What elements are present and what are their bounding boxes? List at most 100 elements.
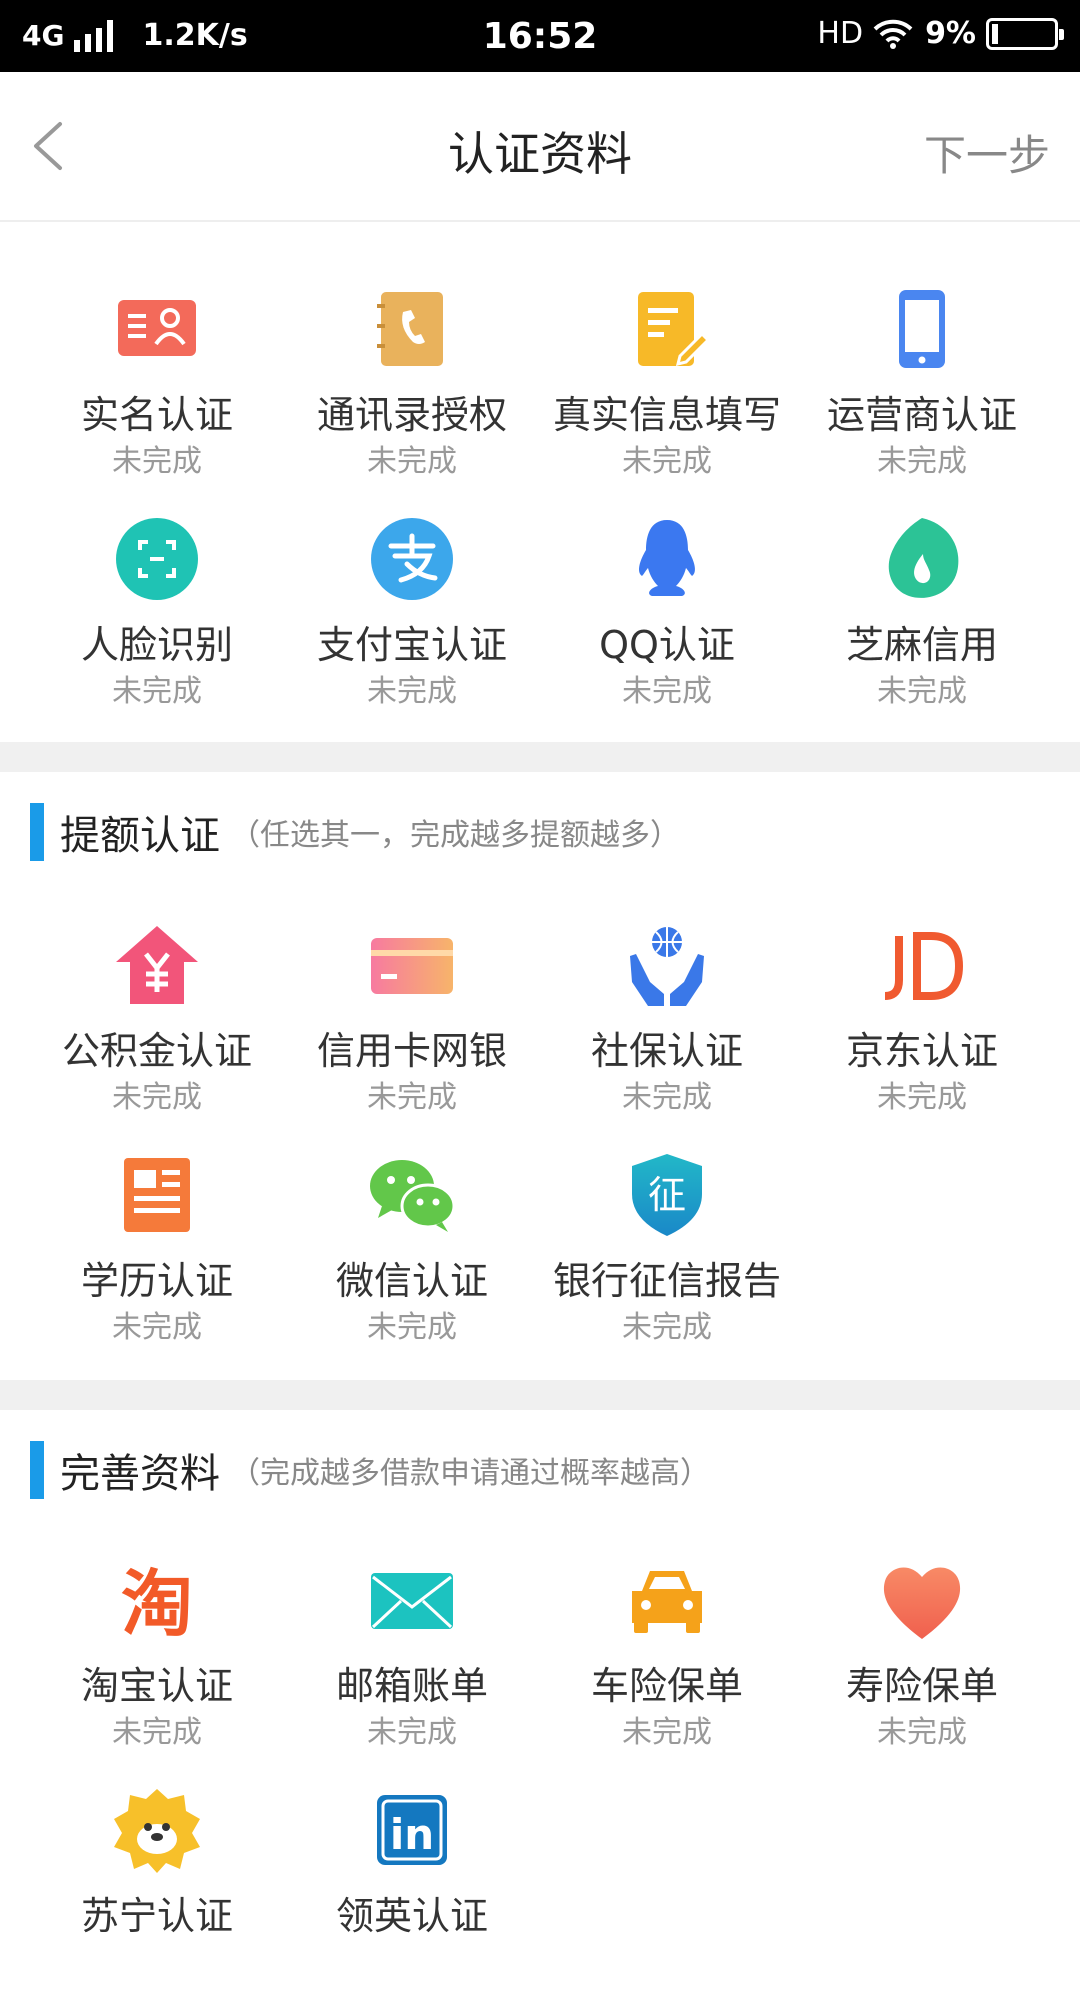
mobile-phone-icon xyxy=(899,290,945,368)
auth-item-life-insurance[interactable]: 寿险保单 未完成 xyxy=(787,1555,1057,1785)
raise-limit-grid: 公积金认证 未完成 信用卡网银 未完成 社保认证 未完成 京东认证 未完成 学历… xyxy=(0,920,1080,1380)
auth-item-car-insurance[interactable]: 车险保单 未完成 xyxy=(532,1555,802,1785)
raise-limit-section: 提额认证 （任选其一，完成越多提额越多） 公积金认证 未完成 信用卡网银 未完成… xyxy=(0,772,1080,1380)
auth-item-status: 未完成 xyxy=(112,674,202,709)
auth-item-status: 未完成 xyxy=(877,1715,967,1750)
auth-item-linkedin[interactable]: in 领英认证 xyxy=(277,1785,547,2015)
sesame-credit-icon xyxy=(888,518,959,598)
auth-item-label: 真实信息填写 xyxy=(552,393,781,437)
status-bar: 4G 1.2K/s 16:52 HD 9% xyxy=(0,0,1080,72)
page-title: 认证资料 xyxy=(448,127,632,181)
qq-penguin-icon xyxy=(639,520,695,596)
auth-item-label: 人脸识别 xyxy=(80,623,233,667)
auth-item-contacts[interactable]: 通讯录授权 未完成 xyxy=(277,284,547,514)
auth-item-label: 实名认证 xyxy=(80,393,233,437)
taobao-glyph: 淘 xyxy=(121,1562,193,1645)
form-edit-icon xyxy=(638,292,711,367)
auth-item-label: 邮箱账单 xyxy=(335,1664,488,1708)
auth-item-carrier[interactable]: 运营商认证 未完成 xyxy=(787,284,1057,514)
auth-item-status: 未完成 xyxy=(622,444,712,479)
auth-item-jd[interactable]: 京东认证 未完成 xyxy=(787,920,1057,1150)
auth-item-label: 银行征信报告 xyxy=(552,1259,781,1303)
auth-item-label: 领英认证 xyxy=(335,1894,488,1938)
mail-envelope-icon xyxy=(371,1573,453,1629)
auth-item-taobao[interactable]: 淘 淘宝认证 未完成 xyxy=(22,1555,292,1785)
auth-item-real-info[interactable]: 真实信息填写 未完成 xyxy=(532,284,802,514)
auth-item-suning[interactable]: 苏宁认证 xyxy=(22,1785,292,2015)
education-icon xyxy=(124,1158,190,1232)
auth-item-status: 未完成 xyxy=(622,1310,712,1345)
complete-profile-section: 完善资料 （完成越多借款申请通过概率越高） 淘 淘宝认证 未完成 邮箱账单 未完… xyxy=(0,1410,1080,1938)
wechat-icon xyxy=(370,1160,456,1232)
heart-icon xyxy=(883,1567,961,1639)
housing-fund-icon xyxy=(116,926,198,1004)
auth-item-label: 苏宁认证 xyxy=(80,1894,233,1938)
auth-item-alipay[interactable]: 支付宝认证 未完成 xyxy=(277,514,547,744)
auth-item-label: 信用卡网银 xyxy=(316,1029,507,1073)
id-card-icon xyxy=(118,300,196,356)
auth-item-status: 未完成 xyxy=(622,1080,712,1115)
auth-item-status: 未完成 xyxy=(877,444,967,479)
credit-report-glyph: 征 xyxy=(648,1173,686,1217)
battery-icon xyxy=(986,17,1064,50)
suning-lion-icon xyxy=(114,1789,200,1873)
taobao-icon: 淘 xyxy=(121,1562,193,1645)
section-title: 提额认证 xyxy=(60,813,220,859)
auth-item-status: 未完成 xyxy=(367,1310,457,1345)
auth-item-education[interactable]: 学历认证 未完成 xyxy=(22,1150,292,1380)
hd-indicator: HD xyxy=(817,16,864,51)
auth-item-qq[interactable]: QQ认证 未完成 xyxy=(532,514,802,744)
auth-item-wechat[interactable]: 微信认证 未完成 xyxy=(277,1150,547,1380)
auth-item-email-bill[interactable]: 邮箱账单 未完成 xyxy=(277,1555,547,1785)
face-scan-icon xyxy=(116,518,198,600)
nav-bar: 认证资料 下一步 xyxy=(0,72,1080,222)
section-separator xyxy=(0,742,1080,772)
auth-item-housing-fund[interactable]: 公积金认证 未完成 xyxy=(22,920,292,1150)
auth-item-status: 未完成 xyxy=(877,1080,967,1115)
auth-item-status: 未完成 xyxy=(622,674,712,709)
auth-item-social-security[interactable]: 社保认证 未完成 xyxy=(532,920,802,1150)
auth-item-label: 微信认证 xyxy=(335,1259,488,1303)
auth-item-status: 未完成 xyxy=(367,1080,457,1115)
auth-item-label: 学历认证 xyxy=(80,1259,233,1303)
section-header: 完善资料 （完成越多借款申请通过概率越高） xyxy=(30,1440,710,1500)
auth-item-status: 未完成 xyxy=(112,1080,202,1115)
auth-item-status: 未完成 xyxy=(112,444,202,479)
auth-item-status: 未完成 xyxy=(367,1715,457,1750)
section-title: 完善资料 xyxy=(60,1451,220,1497)
auth-item-status: 未完成 xyxy=(367,674,457,709)
linkedin-icon: in xyxy=(377,1795,447,1865)
next-step-button[interactable]: 下一步 xyxy=(924,122,1050,183)
auth-item-label: 淘宝认证 xyxy=(80,1664,233,1708)
auth-item-status: 未完成 xyxy=(112,1715,202,1750)
auth-item-status: 未完成 xyxy=(112,1310,202,1345)
social-security-icon xyxy=(630,927,704,1006)
battery-percent: 9% xyxy=(925,16,976,51)
section-header: 提额认证 （任选其一，完成越多提额越多） xyxy=(30,802,680,862)
auth-item-real-name[interactable]: 实名认证 未完成 xyxy=(22,284,292,514)
auth-item-label: 车险保单 xyxy=(590,1664,743,1708)
auth-item-label: 社保认证 xyxy=(590,1029,743,1073)
auth-item-status: 未完成 xyxy=(367,444,457,479)
basic-auth-section: 实名认证 未完成 通讯录授权 未完成 真实信息填写 未完成 运营商认证 未完成 … xyxy=(0,224,1080,742)
section-accent-bar xyxy=(30,1441,44,1499)
auth-item-label: QQ认证 xyxy=(599,623,735,667)
alipay-icon xyxy=(371,518,453,600)
jd-logo-icon xyxy=(884,932,964,1000)
basic-auth-grid: 实名认证 未完成 通讯录授权 未完成 真实信息填写 未完成 运营商认证 未完成 … xyxy=(0,284,1080,744)
car-insurance-icon xyxy=(632,1571,702,1633)
section-subtitle: （任选其一，完成越多提额越多） xyxy=(230,818,680,853)
wifi-icon xyxy=(873,19,913,49)
auth-item-status: 未完成 xyxy=(622,1715,712,1750)
auth-item-credit-report[interactable]: 征 银行征信报告 未完成 xyxy=(532,1150,802,1380)
auth-item-label: 寿险保单 xyxy=(845,1664,998,1708)
contacts-book-icon xyxy=(377,292,443,366)
complete-profile-grid: 淘 淘宝认证 未完成 邮箱账单 未完成 车险保单 未完成 寿险保单 未完成 苏宁… xyxy=(0,1555,1080,1938)
auth-item-face[interactable]: 人脸识别 未完成 xyxy=(22,514,292,744)
auth-item-status: 未完成 xyxy=(877,674,967,709)
auth-item-label: 芝麻信用 xyxy=(845,623,998,667)
credit-card-icon xyxy=(371,938,453,994)
auth-item-credit-card[interactable]: 信用卡网银 未完成 xyxy=(277,920,547,1150)
auth-item-sesame[interactable]: 芝麻信用 未完成 xyxy=(787,514,1057,744)
linkedin-glyph: in xyxy=(390,1810,434,1859)
